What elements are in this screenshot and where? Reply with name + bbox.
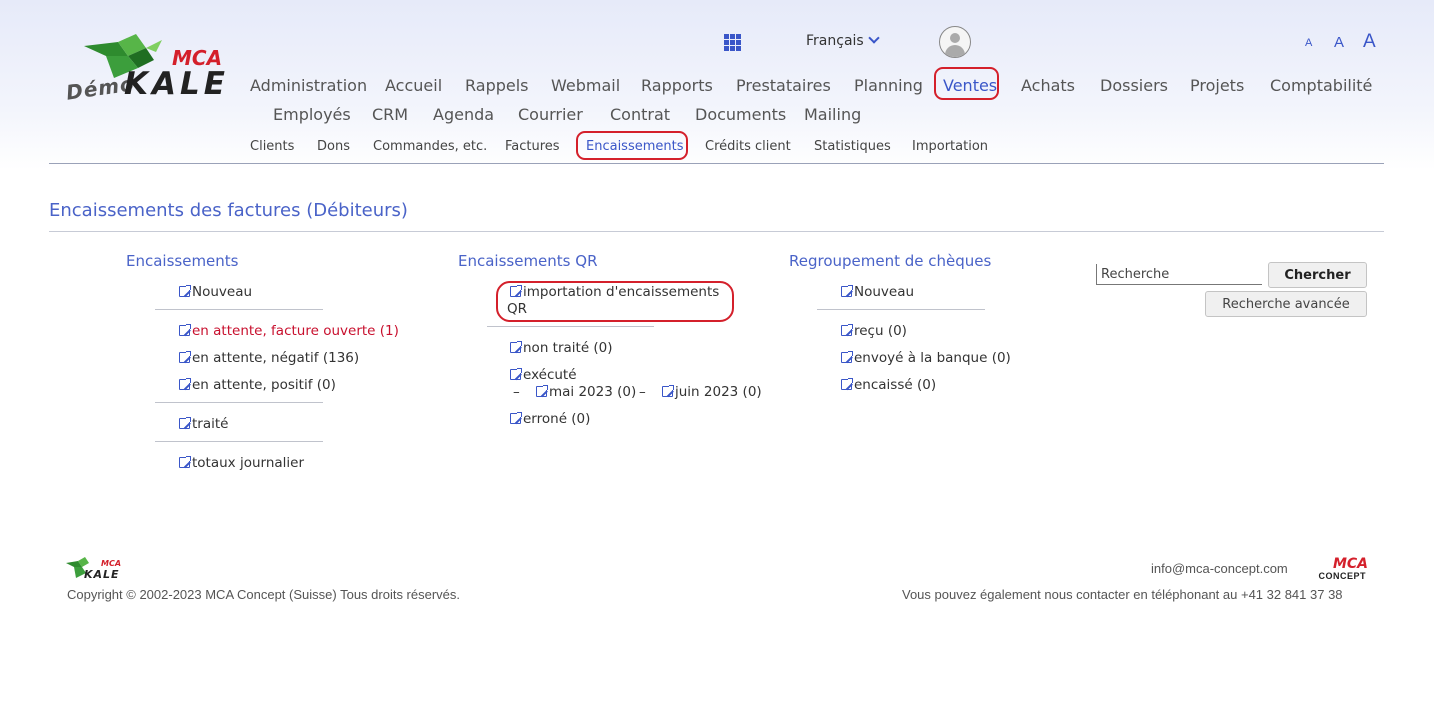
link-importation-qr[interactable]: importation d'encaissements xyxy=(510,283,719,301)
external-link-icon xyxy=(841,324,853,336)
external-link-icon xyxy=(510,285,522,297)
external-link-icon xyxy=(179,456,191,468)
external-link-icon xyxy=(510,368,522,380)
external-link-icon xyxy=(179,351,191,363)
chevron-down-icon xyxy=(868,32,880,44)
link-attente-positif[interactable]: en attente, positif (0) xyxy=(179,376,336,394)
separator xyxy=(155,441,323,442)
subnav-factures[interactable]: Factures xyxy=(505,139,560,154)
nav-achats[interactable]: Achats xyxy=(1021,76,1075,95)
link-mai-2023[interactable]: mai 2023 (0) xyxy=(536,383,636,401)
external-link-icon xyxy=(179,285,191,297)
search-input[interactable] xyxy=(1096,264,1262,285)
nav-documents[interactable]: Documents xyxy=(695,105,786,124)
nav-prestataires[interactable]: Prestataires xyxy=(736,76,831,95)
logo-kale-text: KALE xyxy=(124,66,229,102)
separator xyxy=(155,402,323,403)
title-divider xyxy=(49,231,1384,232)
apps-grid-icon[interactable] xyxy=(724,34,741,51)
separator xyxy=(487,326,654,327)
external-link-icon xyxy=(179,378,191,390)
subnav-encaissements[interactable]: Encaissements xyxy=(586,139,684,154)
link-envoye-banque[interactable]: envoyé à la banque (0) xyxy=(841,349,1011,367)
external-link-icon xyxy=(662,385,674,397)
link-totaux-journalier[interactable]: totaux journalier xyxy=(179,454,304,472)
link-errone[interactable]: erroné (0) xyxy=(510,410,590,428)
font-size-small-button[interactable]: A xyxy=(1305,37,1312,49)
separator xyxy=(155,309,323,310)
user-avatar-icon[interactable] xyxy=(939,26,971,58)
subnav-statistiques[interactable]: Statistiques xyxy=(814,139,891,154)
kale-logo[interactable]: MCA Démo KALE xyxy=(62,34,242,105)
link-non-traite[interactable]: non traité (0) xyxy=(510,339,613,357)
nav-comptabilite[interactable]: Comptabilité xyxy=(1270,76,1372,95)
nav-contrat[interactable]: Contrat xyxy=(610,105,670,124)
external-link-icon xyxy=(841,378,853,390)
nav-employes[interactable]: Employés xyxy=(273,105,351,124)
nav-planning[interactable]: Planning xyxy=(854,76,923,95)
copyright-text: Copyright © 2002-2023 MCA Concept (Suiss… xyxy=(67,587,461,602)
link-execute[interactable]: exécuté xyxy=(510,366,577,384)
link-nouveau-encaissement[interactable]: Nouveau xyxy=(179,283,252,301)
contact-email-link[interactable]: info@mca-concept.com xyxy=(1151,561,1288,576)
link-attente-negatif[interactable]: en attente, négatif (136) xyxy=(179,349,359,367)
link-nouveau-cheque[interactable]: Nouveau xyxy=(841,283,914,301)
dash-separator: – xyxy=(639,384,646,400)
footer-mca-text: MCA xyxy=(101,559,122,568)
nav-rappels[interactable]: Rappels xyxy=(465,76,529,95)
link-traite[interactable]: traité xyxy=(179,415,228,433)
mca-concept-mca-text: MCA xyxy=(1332,556,1368,572)
nav-agenda[interactable]: Agenda xyxy=(433,105,494,124)
link-juin-2023[interactable]: juin 2023 (0) xyxy=(662,383,762,401)
mca-concept-label: CONCEPT xyxy=(1318,571,1366,581)
footer-kale-logo: MCA KALE xyxy=(66,557,130,583)
font-size-medium-button[interactable]: A xyxy=(1334,34,1344,51)
subnav-credits-client[interactable]: Crédits client xyxy=(705,139,791,154)
link-recu[interactable]: reçu (0) xyxy=(841,322,907,340)
separator xyxy=(817,309,985,310)
language-select[interactable]: Français xyxy=(806,32,880,49)
subnav-commandes[interactable]: Commandes, etc. xyxy=(373,139,487,154)
link-importation-qr-line2[interactable]: QR xyxy=(507,300,527,318)
page-title: Encaissements des factures (Débiteurs) xyxy=(49,200,408,221)
header-divider xyxy=(49,163,1384,164)
external-link-icon xyxy=(179,324,191,336)
nav-crm[interactable]: CRM xyxy=(372,105,408,124)
footer-kale-text: KALE xyxy=(84,568,120,581)
external-link-icon xyxy=(841,351,853,363)
nav-projets[interactable]: Projets xyxy=(1190,76,1244,95)
col-encaissements-title: Encaissements xyxy=(126,252,239,270)
subnav-dons[interactable]: Dons xyxy=(317,139,350,154)
dash-separator: – xyxy=(513,384,520,400)
nav-courrier[interactable]: Courrier xyxy=(518,105,583,124)
subnav-clients[interactable]: Clients xyxy=(250,139,294,154)
link-attente-facture-ouverte[interactable]: en attente, facture ouverte (1) xyxy=(179,322,399,340)
nav-dossiers[interactable]: Dossiers xyxy=(1100,76,1168,95)
nav-ventes[interactable]: Ventes xyxy=(943,76,997,95)
nav-administration[interactable]: Administration xyxy=(250,76,367,95)
external-link-icon xyxy=(536,385,548,397)
nav-webmail[interactable]: Webmail xyxy=(551,76,620,95)
font-size-large-button[interactable]: A xyxy=(1363,31,1376,53)
col-encaissements-qr-title: Encaissements QR xyxy=(458,252,598,270)
external-link-icon xyxy=(510,341,522,353)
external-link-icon xyxy=(510,412,522,424)
col-regroupement-cheques-title: Regroupement de chèques xyxy=(789,252,992,270)
external-link-icon xyxy=(179,417,191,429)
link-encaisse[interactable]: encaissé (0) xyxy=(841,376,936,394)
phone-contact-text: Vous pouvez également nous contacter en … xyxy=(902,587,1343,602)
external-link-icon xyxy=(841,285,853,297)
subnav-importation[interactable]: Importation xyxy=(912,139,988,154)
language-label: Français xyxy=(806,33,864,49)
search-button[interactable]: Chercher xyxy=(1268,262,1367,288)
mca-concept-logo: MCA CONCEPT xyxy=(1316,556,1368,584)
nav-mailing[interactable]: Mailing xyxy=(804,105,861,124)
advanced-search-button[interactable]: Recherche avancée xyxy=(1205,291,1367,317)
nav-rapports[interactable]: Rapports xyxy=(641,76,713,95)
nav-accueil[interactable]: Accueil xyxy=(385,76,442,95)
